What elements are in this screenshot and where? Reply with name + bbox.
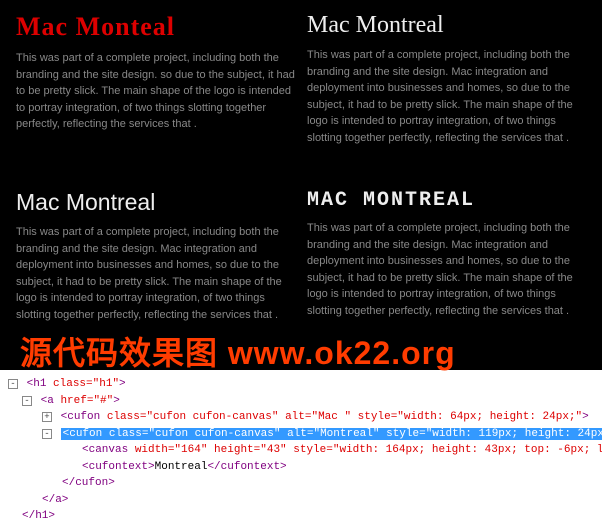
desc-1: This was part of a complete project, inc… [16,50,295,133]
desc-2: This was part of a complete project, inc… [307,47,586,146]
code-line-5[interactable]: <canvas width="164" height="43" style="w… [8,442,594,459]
watermark-text: 源代码效果图 www.ok22.org [20,328,456,374]
collapse-icon[interactable]: - [42,429,52,439]
heading-4: MAC MONTREAL [307,189,586,212]
code-line-6[interactable]: <cufontext>Montreal</cufontext> [8,459,594,476]
code-line-4-selected[interactable]: - <cufon class="cufon cufon-canvas" alt=… [8,426,594,443]
heading-1: Mac Monteal [16,12,295,42]
heading-3: Mac Montreal [16,189,295,216]
preview-cell-1: Mac Monteal This was part of a complete … [10,8,301,185]
code-line-2[interactable]: - <a href="#"> [8,393,594,410]
preview-cell-2: Mac Montreal This was part of a complete… [301,8,592,185]
code-line-9[interactable]: </h1> [8,508,594,525]
heading-2: Mac Montreal [307,12,586,39]
code-line-3[interactable]: + <cufon class="cufon cufon-canvas" alt=… [8,409,594,426]
dom-inspector: - <h1 class="h1"> - <a href="#"> + <cufo… [0,370,602,531]
expand-icon[interactable]: + [42,412,52,422]
preview-grid: Mac Monteal This was part of a complete … [0,0,602,370]
code-line-7[interactable]: </cufon> [8,475,594,492]
desc-3: This was part of a complete project, inc… [16,224,295,323]
collapse-icon[interactable]: - [22,396,32,406]
collapse-icon[interactable]: - [8,379,18,389]
code-line-1[interactable]: - <h1 class="h1"> [8,376,594,393]
desc-4: This was part of a complete project, inc… [307,220,586,319]
